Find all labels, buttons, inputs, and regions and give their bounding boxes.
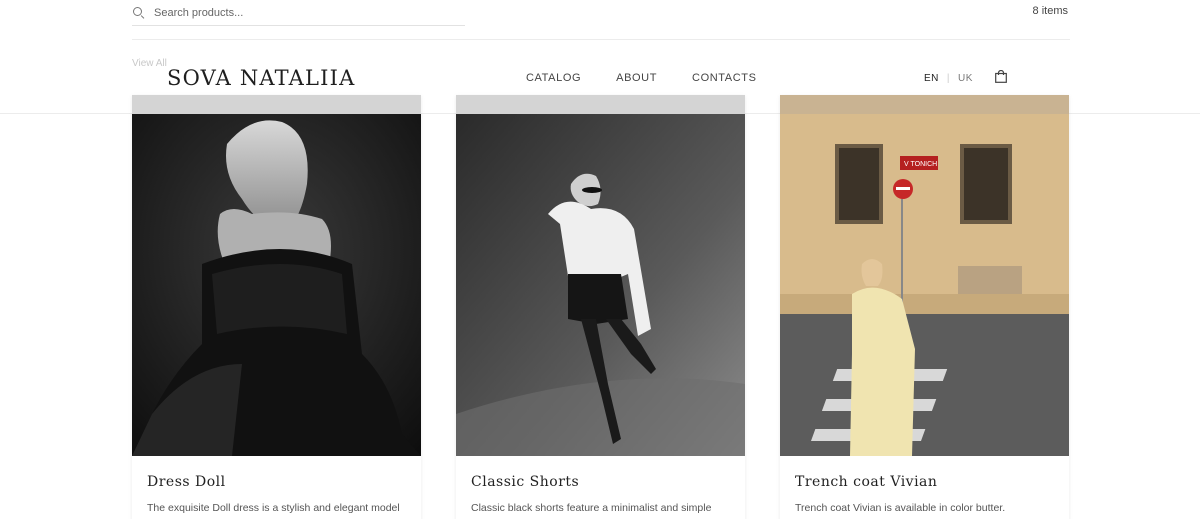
image-placeholder-bar: [780, 95, 1069, 114]
lang-en[interactable]: EN: [924, 73, 939, 84]
product-title[interactable]: Trench coat Vivian: [795, 474, 937, 490]
product-image[interactable]: [456, 114, 745, 456]
nav-catalog[interactable]: CATALOG: [526, 72, 581, 84]
product-description: Trench coat Vivian is available in color…: [795, 502, 1006, 514]
nav-about[interactable]: ABOUT: [616, 72, 657, 84]
product-image[interactable]: [132, 114, 421, 456]
shopping-bag-icon[interactable]: [995, 70, 1007, 83]
search-field[interactable]: [132, 0, 465, 26]
items-count: 8 items: [1032, 5, 1068, 17]
search-icon: [133, 6, 145, 19]
product-card-classic-shorts[interactable]: Classic Shorts Classic black shorts feat…: [456, 95, 745, 519]
product-title[interactable]: Dress Doll: [147, 474, 226, 490]
language-switcher: EN | UK: [924, 73, 973, 84]
street-sign-text: V TONICH: [904, 161, 937, 168]
image-placeholder-bar: [456, 95, 745, 114]
product-description: The exquisite Doll dress is a stylish an…: [147, 502, 400, 514]
lang-uk[interactable]: UK: [958, 73, 973, 84]
main-nav: CATALOG ABOUT CONTACTS: [526, 72, 757, 84]
site-logo[interactable]: SOVA NATALIIA: [167, 66, 356, 90]
product-image[interactable]: V TONICH: [780, 114, 1069, 456]
nav-contacts[interactable]: CONTACTS: [692, 72, 756, 84]
search-row: 8 items: [132, 0, 1070, 40]
lang-separator: |: [946, 73, 951, 84]
product-card-dress-doll[interactable]: Dress Doll The exquisite Doll dress is a…: [132, 95, 421, 519]
product-title[interactable]: Classic Shorts: [471, 474, 579, 490]
product-description: Classic black shorts feature a minimalis…: [471, 502, 712, 514]
image-placeholder-bar: [132, 95, 421, 114]
product-card-trench-coat-vivian[interactable]: V TONICH Trench coat Vivian Trench coat …: [780, 95, 1069, 519]
search-input[interactable]: [154, 6, 454, 19]
